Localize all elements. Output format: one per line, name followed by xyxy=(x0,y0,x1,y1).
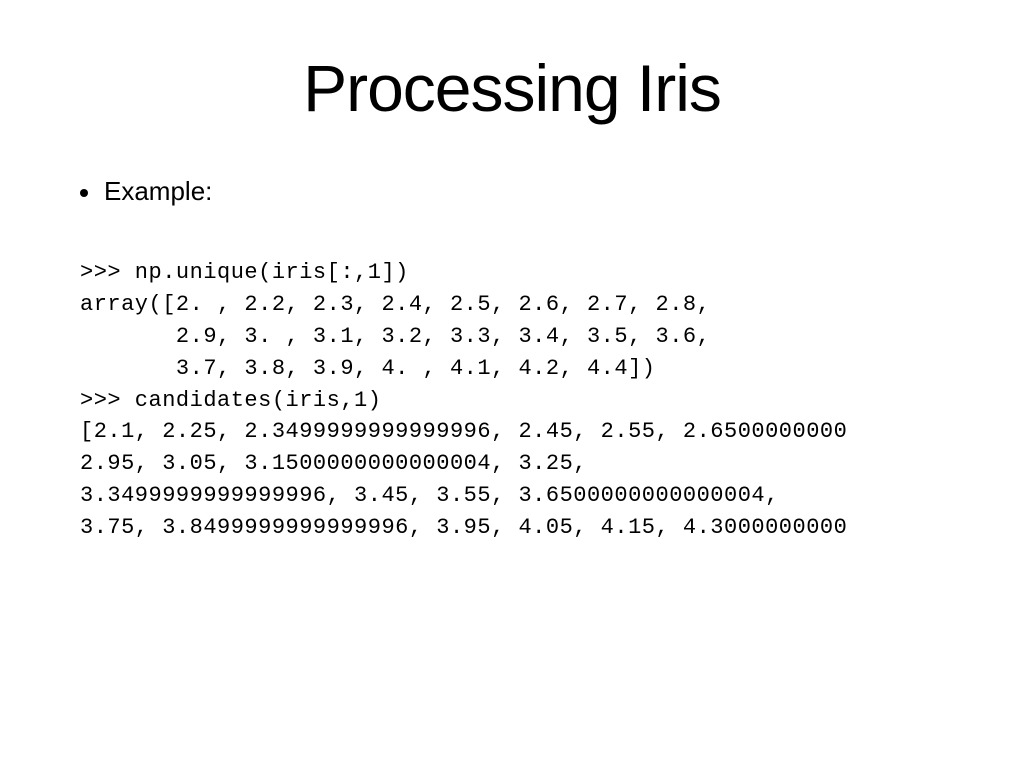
slide-container: Processing Iris Example: >>> np.unique(i… xyxy=(0,0,1024,768)
code-block: >>> np.unique(iris[:,1]) array([2. , 2.2… xyxy=(60,257,964,544)
bullet-label: Example: xyxy=(104,176,212,207)
bullet-icon xyxy=(80,189,88,197)
slide-title: Processing Iris xyxy=(60,50,964,126)
bullet-row: Example: xyxy=(60,176,964,207)
